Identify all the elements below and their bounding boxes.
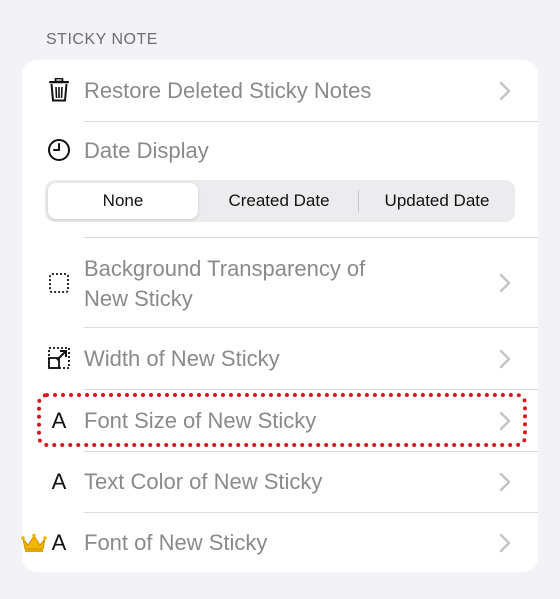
- crown-icon: [21, 533, 47, 552]
- section-header: STICKY NOTE: [46, 31, 158, 48]
- segment-none[interactable]: None: [48, 183, 198, 219]
- chevron-right-icon: [499, 533, 511, 553]
- font-size-label: Font Size of New Sticky: [84, 408, 317, 433]
- chevron-right-icon: [499, 81, 511, 101]
- chevron-right-icon: [499, 472, 511, 492]
- chevron-right-icon: [499, 411, 511, 431]
- background-transparency-label-line2: New Sticky: [84, 286, 193, 311]
- settings-card: Restore Deleted Sticky Notes Date Displa…: [22, 60, 538, 572]
- letter-a-icon: A: [51, 469, 67, 494]
- width-label: Width of New Sticky: [84, 346, 280, 371]
- chevron-right-icon: [499, 273, 511, 293]
- clock-icon: [46, 137, 72, 163]
- background-transparency-label-line1: Background Transparency of: [84, 256, 366, 281]
- segment-updated-date[interactable]: Updated Date: [359, 180, 515, 222]
- width-row[interactable]: Width of New Sticky: [22, 328, 538, 388]
- segment-created-date[interactable]: Created Date: [201, 180, 357, 222]
- dotted-square-icon: [46, 270, 72, 296]
- background-transparency-row[interactable]: Background Transparency of New Sticky: [22, 238, 538, 326]
- text-color-label: Text Color of New Sticky: [84, 469, 323, 494]
- font-label: Font of New Sticky: [84, 530, 268, 555]
- restore-deleted-label: Restore Deleted Sticky Notes: [84, 78, 372, 103]
- resize-icon: [46, 345, 72, 371]
- letter-a-icon: A: [51, 530, 67, 555]
- letter-a-icon: A: [51, 408, 67, 433]
- trash-icon: [46, 77, 72, 103]
- chevron-right-icon: [499, 349, 511, 369]
- font-size-row[interactable]: A Font Size of New Sticky: [22, 390, 538, 452]
- restore-deleted-row[interactable]: Restore Deleted Sticky Notes: [22, 60, 538, 120]
- date-display-segmented-control[interactable]: None Created Date Updated Date: [45, 180, 515, 222]
- date-display-label: Date Display: [84, 138, 209, 163]
- font-row[interactable]: A Font of New Sticky: [22, 513, 538, 572]
- text-color-row[interactable]: A Text Color of New Sticky: [22, 452, 538, 512]
